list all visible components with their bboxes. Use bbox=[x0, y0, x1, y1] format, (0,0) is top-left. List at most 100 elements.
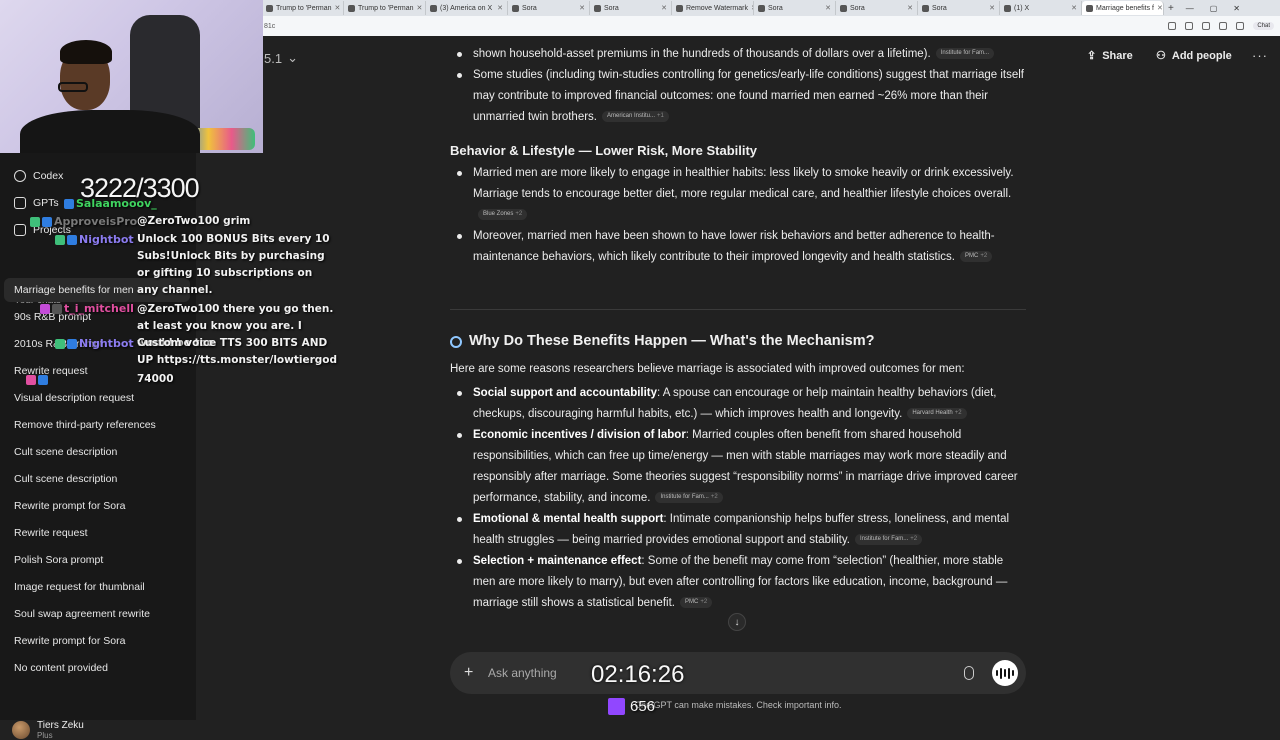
profile-icon[interactable] bbox=[1236, 22, 1245, 30]
maximize-icon[interactable]: ▢ bbox=[1210, 4, 1218, 13]
split-view-icon[interactable] bbox=[1185, 22, 1194, 30]
citation-source: Institute for Fam... bbox=[940, 50, 990, 57]
citation-chip[interactable]: Institute for Fam... bbox=[935, 48, 995, 60]
chat-badge-icon bbox=[55, 339, 65, 349]
tab-close-icon[interactable]: ✕ bbox=[825, 4, 831, 12]
share-button[interactable]: ⇪ Share bbox=[1087, 49, 1133, 63]
tab-close-icon[interactable]: ✕ bbox=[579, 4, 585, 12]
paragraph-text: shown household-asset premiums in the hu… bbox=[473, 48, 931, 60]
chat-history-item[interactable]: Rewrite prompt for Sora bbox=[4, 629, 190, 653]
citation-source: PMC bbox=[964, 253, 979, 260]
list-item: Selection + maintenance effect: Some of … bbox=[457, 551, 1025, 614]
browser-toolbar-icons: Chat bbox=[1168, 22, 1280, 30]
tab-close-icon[interactable]: ✕ bbox=[907, 4, 913, 12]
citation-source: PMC bbox=[684, 599, 699, 606]
model-selector[interactable]: 5.1 ⌄ bbox=[264, 50, 298, 66]
chat-history-item[interactable]: Cult scene description bbox=[4, 467, 190, 491]
tab-close-icon[interactable]: ✕ bbox=[989, 4, 995, 12]
collections-icon[interactable] bbox=[1219, 22, 1228, 30]
browser-tab[interactable]: (1) X ✕ bbox=[1000, 1, 1082, 15]
browser-tab[interactable]: Sora ✕ bbox=[508, 1, 590, 15]
copilot-chat-button[interactable]: Chat bbox=[1253, 22, 1274, 30]
tab-title: Trump to 'Perman bbox=[358, 4, 414, 12]
chat-history-item[interactable]: Visual description request bbox=[4, 386, 190, 410]
tab-close-icon[interactable]: ✕ bbox=[417, 4, 423, 12]
tab-title: Sora bbox=[604, 4, 619, 12]
tab-close-icon[interactable]: ✕ bbox=[1071, 4, 1077, 12]
tab-title: (3) America on X bbox=[440, 4, 493, 12]
tab-favicon-icon bbox=[512, 4, 519, 12]
attach-plus-icon[interactable]: + bbox=[464, 664, 482, 682]
glasses-icon bbox=[58, 82, 88, 92]
citation-chip[interactable]: Blue Zones +2 bbox=[478, 209, 528, 221]
url-text[interactable]: 81c bbox=[264, 23, 275, 30]
sidebar-item-gpts[interactable]: GPTs bbox=[14, 197, 59, 209]
chat-history-item[interactable]: Image request for thumbnail bbox=[4, 575, 190, 599]
browser-tab[interactable]: Trump to 'Perman ✕ bbox=[344, 1, 426, 15]
prompt-input[interactable] bbox=[488, 666, 964, 680]
webcam-overlay bbox=[0, 0, 263, 153]
heading-text: Why Do These Benefits Happen — What's th… bbox=[469, 333, 875, 349]
citation-source: Institute for Fam... bbox=[660, 494, 709, 501]
chat-badge-icon bbox=[64, 199, 74, 209]
avatar bbox=[12, 721, 30, 739]
chat-history-item[interactable]: Polish Sora prompt bbox=[4, 548, 190, 572]
browser-tab[interactable]: Sora ✕ bbox=[754, 1, 836, 15]
add-people-button[interactable]: ⚇ Add people bbox=[1156, 49, 1232, 63]
microphone-icon[interactable] bbox=[964, 666, 974, 680]
citation-chip[interactable]: PMC +2 bbox=[679, 597, 713, 609]
tab-favicon-icon bbox=[922, 4, 929, 12]
chat-history-item[interactable]: Rewrite request bbox=[4, 521, 190, 545]
favorites-icon[interactable] bbox=[1202, 22, 1211, 30]
folder-icon bbox=[14, 224, 26, 236]
chat-history-item[interactable]: Cult scene description bbox=[4, 440, 190, 464]
tab-close-icon[interactable]: ✕ bbox=[335, 4, 341, 12]
paragraph-text: Married men are more likely to engage in… bbox=[473, 167, 1014, 200]
tab-favicon-icon bbox=[840, 4, 847, 12]
minimize-icon[interactable]: — bbox=[1186, 4, 1194, 13]
paragraph-text: Some studies (including twin-studies con… bbox=[473, 69, 1024, 123]
user-profile[interactable]: Tiers Zeku Plus bbox=[12, 720, 84, 740]
chat-username: ApproveisPro bbox=[54, 215, 138, 228]
chat-badge-icon bbox=[67, 339, 77, 349]
new-tab-icon[interactable]: + bbox=[1168, 3, 1174, 14]
twitch-icon bbox=[608, 698, 625, 715]
citation-chip[interactable]: Institute for Fam... +2 bbox=[655, 492, 723, 504]
tab-title: Marriage benefits f bbox=[1096, 4, 1154, 12]
more-options-icon[interactable]: ··· bbox=[1252, 48, 1268, 63]
citation-count: +2 bbox=[515, 211, 523, 218]
citation-chip[interactable]: PMC +2 bbox=[959, 251, 993, 263]
browser-tab[interactable]: (3) America on X ✕ bbox=[426, 1, 508, 15]
tab-close-icon[interactable]: ✕ bbox=[661, 4, 667, 12]
sidebar-item-label: GPTs bbox=[33, 197, 59, 209]
citation-chip[interactable]: American Institu... +1 bbox=[602, 111, 669, 123]
browser-tab-active[interactable]: Marriage benefits f ✕ bbox=[1082, 1, 1164, 15]
tab-favicon-icon bbox=[430, 4, 437, 12]
stream-chat-message: @ZeroTwo100 grim bbox=[137, 215, 251, 227]
chat-badge-icon bbox=[67, 235, 77, 245]
browser-tab[interactable]: Trump to 'Perman ✕ bbox=[262, 1, 344, 15]
close-window-icon[interactable]: ✕ bbox=[1233, 4, 1240, 13]
chat-history-item[interactable]: Remove third-party references bbox=[4, 413, 190, 437]
browser-tab[interactable]: Remove Watermark✕ bbox=[672, 1, 754, 15]
extensions-icon[interactable] bbox=[1168, 22, 1177, 30]
citation-count: +2 bbox=[980, 253, 988, 260]
citation-chip[interactable]: Institute for Fam... +2 bbox=[854, 534, 923, 546]
section-heading: Behavior & Lifestyle — Lower Risk, More … bbox=[450, 143, 758, 158]
address-bar[interactable]: 81c Chat bbox=[262, 16, 1280, 36]
voice-mode-button[interactable] bbox=[992, 660, 1018, 686]
chat-username: Nightbot bbox=[79, 337, 134, 350]
chat-history-item[interactable]: Rewrite prompt for Sora bbox=[4, 494, 190, 518]
chat-history-item[interactable]: No content provided bbox=[4, 656, 190, 680]
browser-tab[interactable]: Sora ✕ bbox=[590, 1, 672, 15]
sidebar-item-codex[interactable]: Codex bbox=[14, 170, 63, 182]
browser-tab[interactable]: Sora ✕ bbox=[836, 1, 918, 15]
stream-chat-message: Unlock 100 BONUS Bits every 10 Subs!Unlo… bbox=[137, 233, 330, 296]
section-heading: Why Do These Benefits Happen — What's th… bbox=[450, 331, 1030, 352]
chat-history-item[interactable]: Soul swap agreement rewrite bbox=[4, 602, 190, 626]
browser-tab[interactable]: Sora ✕ bbox=[918, 1, 1000, 15]
citation-chip[interactable]: Harvard Health +2 bbox=[907, 408, 967, 420]
tab-close-icon[interactable]: ✕ bbox=[1157, 4, 1163, 12]
scroll-to-bottom-button[interactable]: ↓ bbox=[728, 613, 746, 631]
tab-close-icon[interactable]: ✕ bbox=[497, 4, 503, 12]
